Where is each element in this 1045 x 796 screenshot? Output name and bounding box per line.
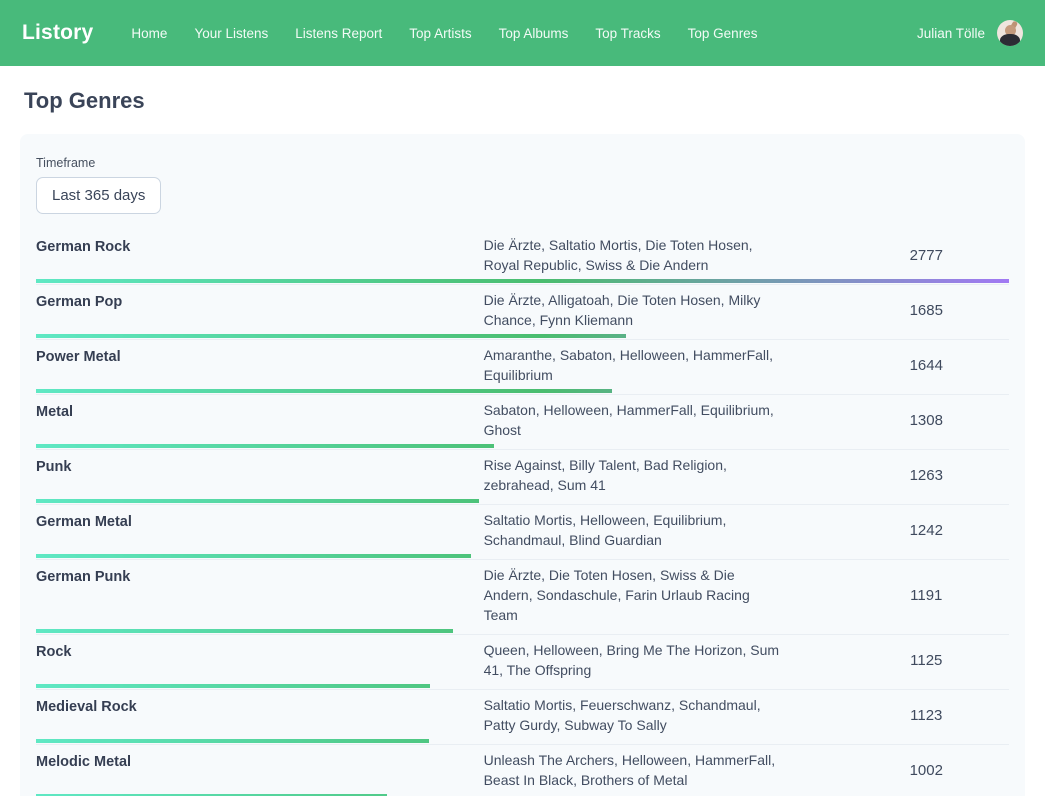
genre-artists: Saltatio Mortis, Helloween, Equilibrium,… [484,510,844,550]
genre-bar-fill [36,389,612,393]
genre-bar-fill [36,739,429,743]
top-genres-card: Timeframe Last 365 days German Rock Die … [20,134,1025,796]
genre-bar-fill [36,554,471,558]
nav-item-top-genres[interactable]: Top Genres [688,26,758,41]
genre-name: Rock [36,640,484,662]
genre-count: 1123 [844,707,1009,724]
user-menu[interactable]: Julian Tölle [917,20,1023,46]
genre-bar [36,684,1009,688]
genre-bar [36,629,1009,633]
genre-name: German Pop [36,290,484,312]
table-row: Metal Sabaton, Helloween, HammerFall, Eq… [36,395,1009,450]
table-row: Melodic Metal Unleash The Archers, Hello… [36,745,1009,796]
genre-bar-fill [36,684,430,688]
nav-item-top-artists[interactable]: Top Artists [409,26,471,41]
genre-artists: Amaranthe, Sabaton, Helloween, HammerFal… [484,345,844,385]
table-row: German Pop Die Ärzte, Alligatoah, Die To… [36,285,1009,340]
genre-name: German Metal [36,510,484,532]
genre-count: 1002 [844,762,1009,779]
main-content: Top Genres Timeframe Last 365 days Germa… [0,88,1045,796]
user-name[interactable]: Julian Tölle [917,26,985,41]
genre-bar-fill [36,629,453,633]
page-title: Top Genres [24,88,1025,114]
app-header: Listory Home Your Listens Listens Report… [0,0,1045,66]
genre-name: Metal [36,400,484,422]
genre-table: German Rock Die Ärzte, Saltatio Mortis, … [36,230,1009,796]
table-row: German Metal Saltatio Mortis, Helloween,… [36,505,1009,560]
genre-bar [36,389,1009,393]
genre-bar [36,739,1009,743]
genre-bar-fill [36,334,626,338]
avatar[interactable] [997,20,1023,46]
genre-artists: Die Ärzte, Alligatoah, Die Toten Hosen, … [484,290,844,330]
genre-artists: Sabaton, Helloween, HammerFall, Equilibr… [484,400,844,440]
genre-count: 1125 [844,652,1009,669]
genre-artists: Die Ärzte, Die Toten Hosen, Swiss & Die … [484,565,844,625]
genre-bar [36,334,1009,338]
genre-name: Melodic Metal [36,750,484,772]
genre-bar-fill [36,499,479,503]
genre-count: 1263 [844,467,1009,484]
timeframe-label: Timeframe [36,156,1009,170]
genre-artists: Die Ärzte, Saltatio Mortis, Die Toten Ho… [484,235,844,275]
genre-name: Punk [36,455,484,477]
nav-item-listens-report[interactable]: Listens Report [295,26,382,41]
avatar-body [1000,34,1020,46]
nav-item-top-tracks[interactable]: Top Tracks [595,26,660,41]
genre-count: 1242 [844,522,1009,539]
genre-artists: Saltatio Mortis, Feuerschwanz, Schandmau… [484,695,844,735]
table-row: Rock Queen, Helloween, Bring Me The Hori… [36,635,1009,690]
genre-count: 1191 [844,587,1009,604]
table-row: Punk Rise Against, Billy Talent, Bad Rel… [36,450,1009,505]
table-row: Medieval Rock Saltatio Mortis, Feuerschw… [36,690,1009,745]
nav-item-home[interactable]: Home [131,26,167,41]
table-row: Power Metal Amaranthe, Sabaton, Hellowee… [36,340,1009,395]
genre-bar-fill [36,444,494,448]
genre-bar [36,499,1009,503]
genre-bar-fill [36,279,1009,283]
genre-count: 1644 [844,357,1009,374]
genre-artists: Queen, Helloween, Bring Me The Horizon, … [484,640,844,680]
nav-item-your-listens[interactable]: Your Listens [194,26,268,41]
genre-artists: Unleash The Archers, Helloween, HammerFa… [484,750,844,790]
table-row: German Punk Die Ärzte, Die Toten Hosen, … [36,560,1009,635]
genre-bar [36,279,1009,283]
genre-name: German Rock [36,235,484,257]
main-nav: Home Your Listens Listens Report Top Art… [131,26,757,41]
genre-count: 1308 [844,412,1009,429]
genre-bar [36,444,1009,448]
nav-item-top-albums[interactable]: Top Albums [499,26,569,41]
genre-name: Power Metal [36,345,484,367]
genre-name: German Punk [36,565,484,587]
genre-name: Medieval Rock [36,695,484,717]
genre-count: 2777 [844,247,1009,264]
genre-artists: Rise Against, Billy Talent, Bad Religion… [484,455,844,495]
genre-count: 1685 [844,302,1009,319]
app-logo[interactable]: Listory [22,21,93,45]
timeframe-select[interactable]: Last 365 days [36,177,161,214]
genre-bar [36,554,1009,558]
table-row: German Rock Die Ärzte, Saltatio Mortis, … [36,230,1009,285]
